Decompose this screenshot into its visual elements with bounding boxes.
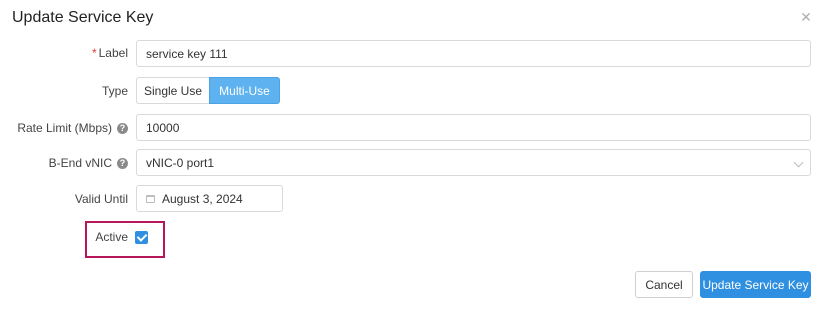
required-marker: *: [91, 46, 97, 60]
close-icon[interactable]: ✕: [799, 10, 813, 24]
valid-until-label-text: Valid Until: [74, 192, 128, 206]
chevron-down-icon: [793, 157, 804, 168]
calendar-icon: [146, 194, 155, 203]
dialog-title: Update Service Key: [12, 9, 154, 26]
b-end-vnic-value: vNIC-0 port1: [146, 155, 215, 170]
label-input-value: service key 111: [146, 46, 228, 61]
rate-limit-input[interactable]: 10000: [136, 114, 811, 141]
rate-limit-label-text: Rate Limit (Mbps): [17, 121, 112, 135]
valid-until-date-picker[interactable]: August 3, 2024: [136, 185, 283, 212]
b-end-vnic-label: B-End vNIC ?: [49, 156, 128, 170]
question-circle-icon[interactable]: ?: [117, 122, 128, 134]
label-field-label: * Label: [92, 46, 128, 60]
question-circle-icon[interactable]: ?: [117, 157, 128, 169]
rate-limit-label: Rate Limit (Mbps) ?: [17, 121, 128, 135]
type-label-text: Type: [101, 84, 128, 98]
valid-until-label: Valid Until: [75, 192, 128, 206]
rate-limit-value: 10000: [146, 120, 180, 135]
active-checkbox[interactable]: [135, 231, 148, 244]
b-end-vnic-select[interactable]: vNIC-0 port1: [136, 149, 811, 176]
active-label: Active: [95, 230, 128, 244]
update-service-key-button[interactable]: Update Service Key: [700, 271, 811, 298]
cancel-button[interactable]: Cancel: [635, 271, 693, 298]
type-option-multi-use[interactable]: Multi-Use: [209, 77, 280, 104]
label-label-text: Label: [98, 46, 128, 60]
type-segmented-control: Single Use Multi-Use: [136, 77, 280, 104]
check-icon: [136, 231, 147, 242]
b-end-vnic-label-text: B-End vNIC: [48, 156, 112, 170]
type-label: Type: [102, 84, 128, 98]
update-service-key-dialog: Update Service Key ✕ * Label service key …: [0, 0, 821, 312]
label-input[interactable]: service key 111: [136, 40, 811, 67]
type-option-single-use[interactable]: Single Use: [136, 77, 209, 104]
valid-until-value: August 3, 2024: [162, 191, 243, 206]
active-label-text: Active: [95, 230, 128, 244]
